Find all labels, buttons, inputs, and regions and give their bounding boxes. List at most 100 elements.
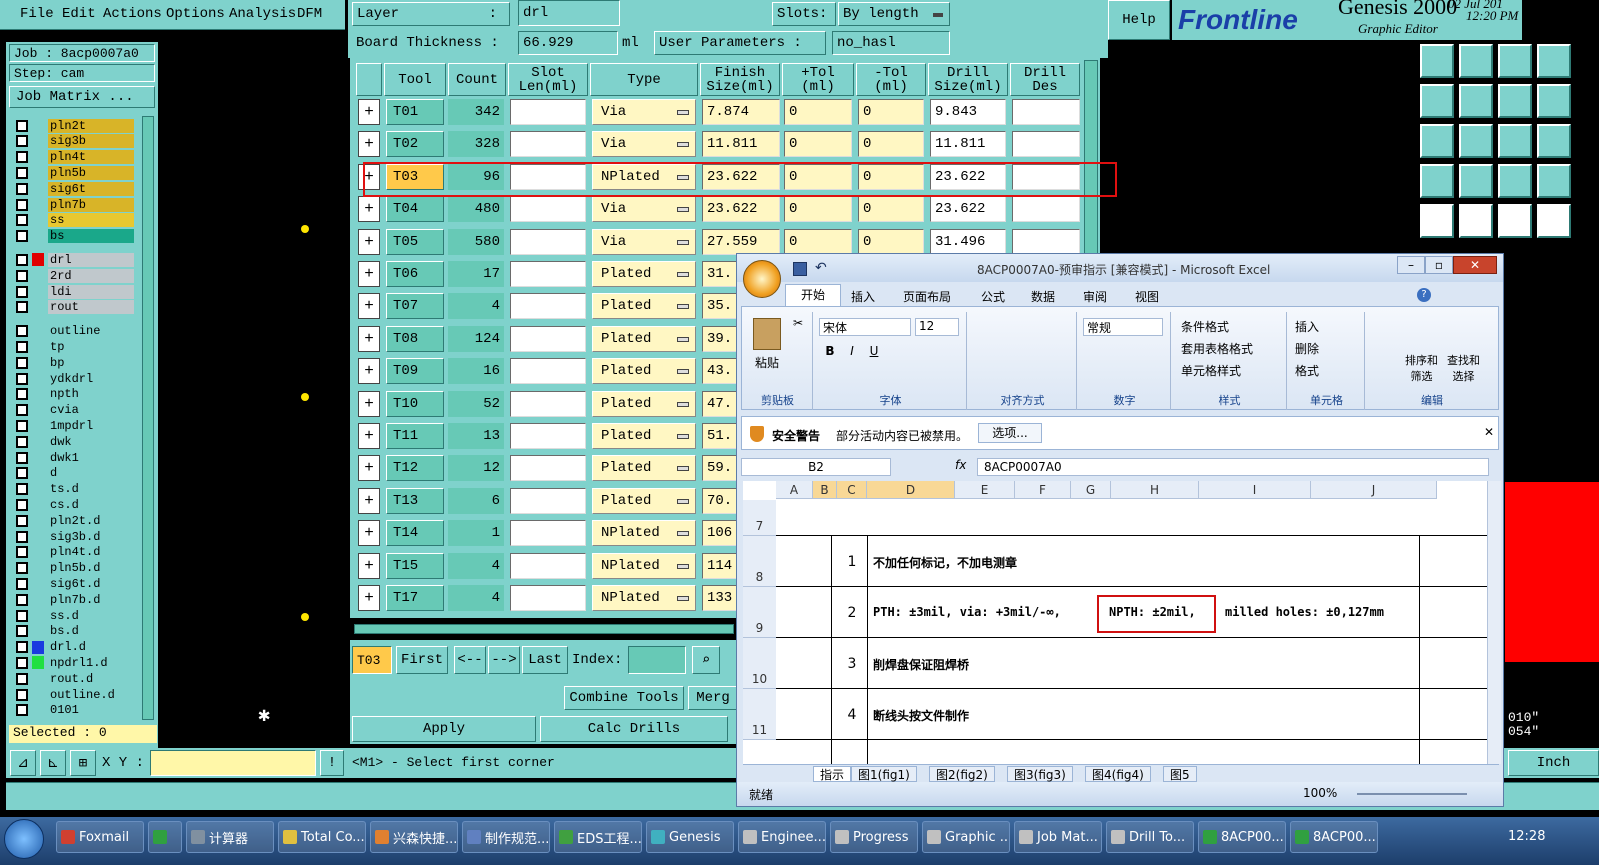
layer-checkbox[interactable] <box>16 151 28 164</box>
menu-options[interactable]: Options <box>166 6 225 22</box>
calc-drills-button[interactable]: Calc Drills <box>540 716 728 742</box>
layer-row[interactable]: ldi <box>16 284 134 299</box>
formula-input[interactable]: 8ACP0007A0 <box>977 458 1489 476</box>
layer-checkbox[interactable] <box>16 253 28 266</box>
sheet-tab[interactable]: 指示 <box>813 766 852 782</box>
sheet-tab[interactable]: 图5 <box>1163 766 1197 782</box>
layer-row[interactable]: pln2t.d <box>16 513 134 528</box>
layer-checkbox[interactable] <box>16 325 28 338</box>
layer-checkbox[interactable] <box>16 356 28 369</box>
taskbar-item[interactable]: Foxmail <box>56 821 144 853</box>
layer-color-swatch[interactable] <box>32 688 44 701</box>
instruction-cell[interactable]: 削焊盘保证阻焊桥 <box>873 656 969 673</box>
slot-len-input[interactable] <box>510 585 586 611</box>
layer-checkbox[interactable] <box>16 688 28 701</box>
expand-icon[interactable]: + <box>358 196 380 223</box>
step-icon[interactable] <box>1537 84 1571 118</box>
slot-len-input[interactable] <box>510 455 586 482</box>
job-matrix-button[interactable]: Job Matrix ... <box>9 86 155 108</box>
layer-checkbox[interactable] <box>16 467 28 480</box>
tool-cell[interactable]: T05 <box>386 228 444 255</box>
plus-tol-input[interactable]: 0 <box>784 99 852 125</box>
tool-cell[interactable]: T01 <box>386 99 444 125</box>
layer-checkbox[interactable] <box>16 404 28 417</box>
measure-icon[interactable] <box>1537 204 1571 238</box>
layer-row[interactable]: d <box>16 466 134 481</box>
expand-icon[interactable]: + <box>358 585 380 611</box>
layer-color-swatch[interactable] <box>32 640 44 654</box>
move-icon[interactable] <box>1459 124 1493 158</box>
type-select[interactable]: NPlated <box>592 585 696 611</box>
layer-row[interactable]: npth <box>16 387 134 402</box>
layer-checkbox[interactable] <box>16 340 28 353</box>
layer-row[interactable]: pln5b <box>16 165 134 180</box>
layer-row[interactable]: bp <box>16 355 134 370</box>
drill-size-input[interactable]: 31.496 <box>930 228 1006 255</box>
taskbar-item[interactable]: 8ACP00... <box>1198 821 1286 853</box>
finish-size-input[interactable]: 7.874 <box>702 99 780 125</box>
tool-cell[interactable]: T04 <box>386 196 444 223</box>
layer-row[interactable]: 2rd <box>16 268 134 283</box>
format-cells-button[interactable]: 格式 <box>1295 362 1319 379</box>
layer-color-swatch[interactable] <box>32 269 44 283</box>
sheet-tab[interactable]: 图4(fig4) <box>1085 766 1151 782</box>
column-header[interactable]: D <box>867 481 955 499</box>
merge-button[interactable]: Merg <box>688 686 738 710</box>
taskbar-item[interactable] <box>148 821 182 853</box>
layer-row[interactable]: pln4t.d <box>16 545 134 560</box>
tool-cell[interactable]: T10 <box>386 390 444 417</box>
prev-button[interactable]: <-- <box>454 646 486 674</box>
start-button[interactable] <box>4 819 44 859</box>
home-icon[interactable] <box>1498 44 1532 78</box>
layer-checkbox[interactable] <box>16 577 28 590</box>
layer-checkbox[interactable] <box>16 135 28 148</box>
type-select[interactable]: Plated <box>592 390 696 417</box>
item-number-cell[interactable]: 3 <box>837 656 867 672</box>
column-header[interactable]: H <box>1111 481 1199 499</box>
paste-icon[interactable] <box>753 318 781 350</box>
restore-button[interactable]: ▫ <box>1425 256 1453 274</box>
tool-cell[interactable]: T17 <box>386 585 444 611</box>
ribbon-tab-formula[interactable]: 公式 <box>981 288 1005 305</box>
layer-color-swatch[interactable] <box>32 561 44 575</box>
item-number-cell[interactable]: 4 <box>837 707 867 723</box>
minus-tol-input[interactable]: 0 <box>858 131 924 158</box>
layer-color-swatch[interactable] <box>32 624 44 638</box>
layer-checkbox[interactable] <box>16 704 28 717</box>
excel-vscroll[interactable] <box>1487 481 1501 764</box>
paste-label[interactable]: 粘贴 <box>755 354 779 371</box>
expand-icon[interactable]: + <box>358 423 380 449</box>
zoom-slider[interactable] <box>1357 793 1467 795</box>
tool-cell[interactable]: T08 <box>386 325 444 352</box>
taskbar-item[interactable]: 计算器 <box>186 821 274 853</box>
menu-file[interactable]: File <box>20 6 54 22</box>
type-select[interactable]: Plated <box>592 487 696 514</box>
cut-icon[interactable]: ✂ <box>793 316 803 330</box>
expand-icon[interactable]: + <box>358 325 380 352</box>
shape-icon[interactable] <box>1459 204 1493 238</box>
type-select[interactable]: Plated <box>592 423 696 449</box>
graphic-canvas[interactable]: ✱ <box>160 42 346 748</box>
type-select[interactable]: Via <box>592 228 696 255</box>
layer-color-swatch[interactable] <box>32 150 44 164</box>
row-header[interactable]: 8 <box>743 536 776 587</box>
layer-color-swatch[interactable] <box>32 372 44 385</box>
cell-style-button[interactable]: 单元格样式 <box>1181 362 1241 379</box>
drill-des-input[interactable] <box>1012 228 1080 255</box>
snap-icon[interactable]: ⊾ <box>40 750 66 776</box>
ribbon-tab-insert[interactable]: 插入 <box>851 288 875 305</box>
minus-tol-input[interactable]: 0 <box>858 196 924 223</box>
expand-icon[interactable]: + <box>358 228 380 255</box>
taskbar-item[interactable]: 8ACP00... <box>1290 821 1378 853</box>
tool-cell[interactable]: T07 <box>386 293 444 320</box>
board-thickness-input[interactable]: 66.929 <box>518 31 618 55</box>
table-format-button[interactable]: 套用表格格式 <box>1181 340 1253 357</box>
office-button[interactable] <box>743 260 781 298</box>
layer-checkbox[interactable] <box>16 514 28 527</box>
layer-row[interactable]: pln7b <box>16 197 134 212</box>
slot-len-input[interactable] <box>510 261 586 287</box>
layer-checkbox[interactable] <box>16 593 28 606</box>
layer-color-swatch[interactable] <box>32 340 44 354</box>
taskbar-item[interactable]: Total Co... <box>278 821 366 853</box>
layer-row[interactable]: pln7b.d <box>16 592 134 607</box>
